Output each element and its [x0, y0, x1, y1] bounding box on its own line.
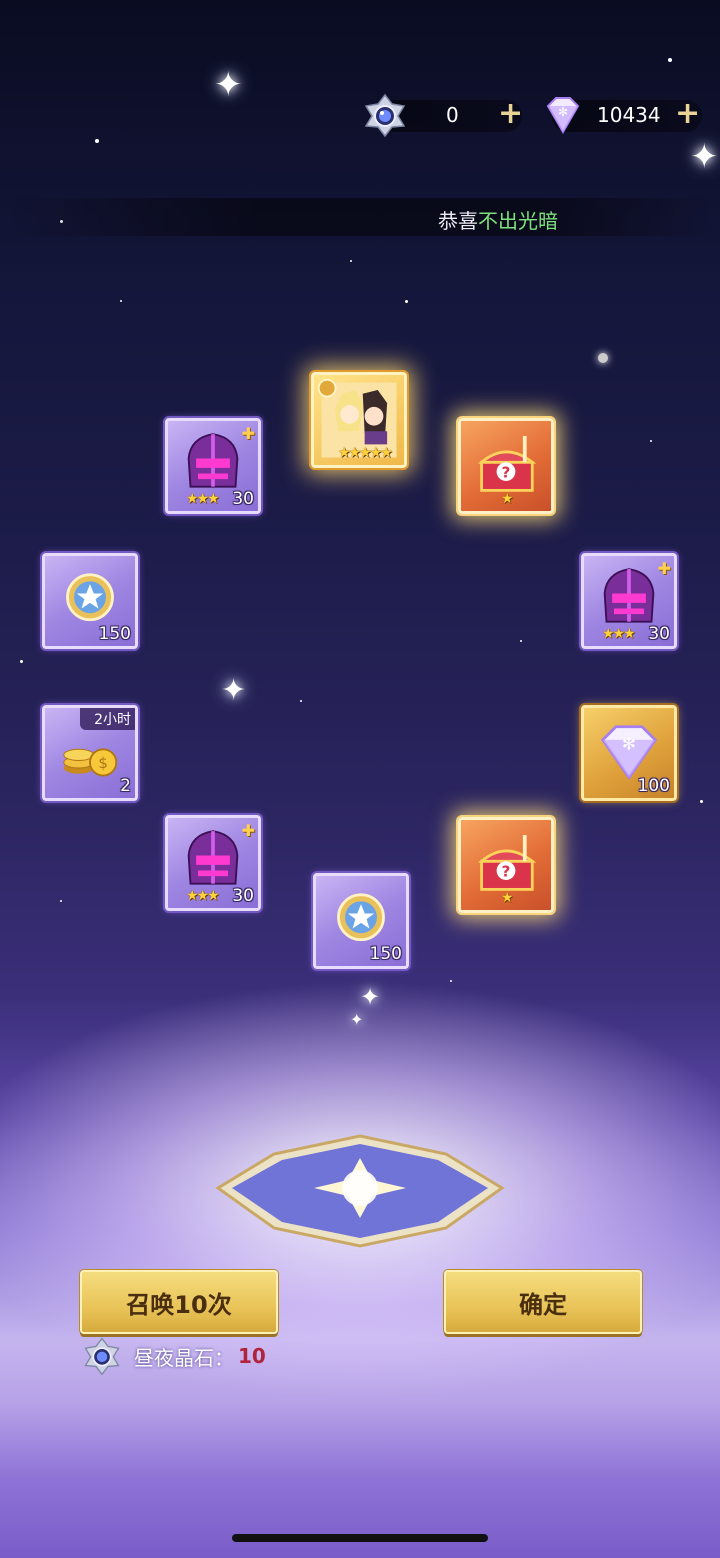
chest-stars: ★ [501, 491, 513, 507]
svg-text:?: ? [502, 862, 511, 880]
reward-tile-coins[interactable]: $ 2小时 2 [42, 705, 138, 801]
helmet-stars: ★★★ [186, 888, 220, 904]
svg-text:?: ? [502, 463, 511, 481]
reward-tile-medal[interactable]: 150 [313, 873, 409, 969]
congrats-prefix: 恭喜 [438, 209, 478, 233]
svg-text:$: $ [98, 754, 108, 772]
reward-tile-diamond[interactable]: ✻ 100 [581, 705, 677, 801]
cost-label: 昼夜晶石： [134, 1345, 234, 1370]
day-night-crystal-icon [362, 92, 408, 138]
diamond-count: 10434 [597, 103, 661, 127]
reward-count: 30 [232, 489, 254, 509]
home-indicator[interactable] [232, 1534, 488, 1542]
svg-text:✻: ✻ [622, 733, 636, 753]
confirm-button[interactable]: 确定 [444, 1270, 642, 1334]
hero-stars: ★★★★★ [338, 445, 393, 461]
add-crystal-button[interactable]: + [498, 99, 523, 129]
reward-tile-helmet[interactable]: ✚ ★★★ 30 [165, 815, 261, 911]
reward-count: 30 [648, 624, 670, 644]
add-diamond-button[interactable]: + [675, 99, 700, 129]
reward-count: 150 [98, 624, 131, 644]
reward-tile-helmet[interactable]: ✚ ★★★ 30 [165, 418, 261, 514]
reward-count: 30 [232, 886, 254, 906]
reward-count: 150 [369, 944, 402, 964]
shard-badge-icon: ✚ [241, 424, 255, 443]
svg-text:✻: ✻ [558, 105, 568, 119]
reward-tile-chest[interactable]: ? ★ [458, 418, 554, 514]
day-night-crystal-icon [84, 1337, 120, 1376]
shard-badge-icon: ✚ [241, 821, 255, 840]
congrats-text: 恭喜不出光暗 [438, 205, 558, 234]
crystal-count: 0 [446, 103, 459, 127]
helmet-stars: ★★★ [186, 491, 220, 507]
diamond-icon: ✻ [540, 92, 586, 138]
reward-tile-medal[interactable]: 150 [42, 553, 138, 649]
chest-stars: ★ [501, 890, 513, 906]
congrats-banner [0, 198, 720, 236]
congrats-highlight: 不出光暗 [478, 209, 558, 233]
cost-value: 10 [238, 1344, 266, 1368]
reward-tile-chest[interactable]: ? ★ [458, 817, 554, 913]
reward-count: 100 [637, 776, 670, 796]
summon-cost: 昼夜晶石： 10 [80, 1336, 266, 1376]
reward-tile-helmet[interactable]: ✚ ★★★ 30 [581, 553, 677, 649]
reward-count: 2 [120, 776, 131, 796]
summon-10-button[interactable]: 召唤10次 [80, 1270, 278, 1334]
reward-tile-hero[interactable]: ★★★★★ [311, 372, 407, 468]
shard-badge-icon: ✚ [657, 559, 671, 578]
summon-platform [215, 1134, 505, 1248]
helmet-stars: ★★★ [602, 626, 636, 642]
duration-badge: 2小时 [80, 708, 135, 730]
